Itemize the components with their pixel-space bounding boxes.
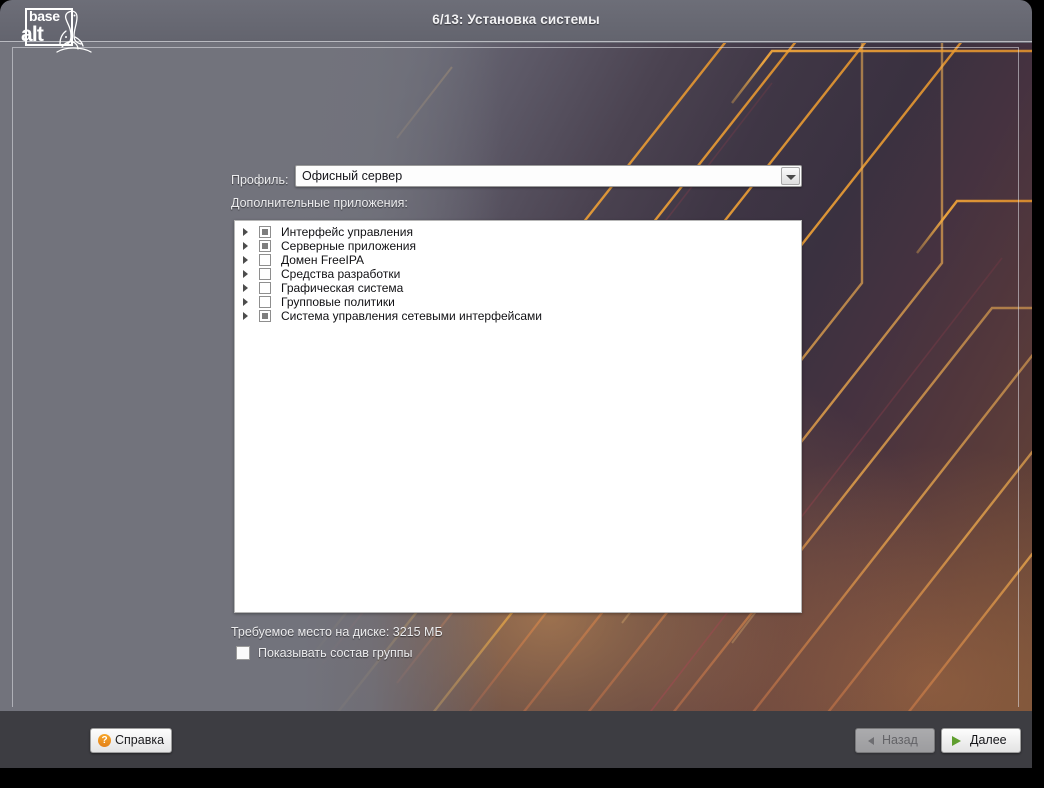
- content-area: Профиль: Офисный сервер Дополнительные п…: [0, 43, 1032, 711]
- logo-text-alt: alt: [21, 23, 44, 46]
- tree-item-label: Групповые политики: [281, 295, 395, 309]
- additional-apps-label: Дополнительные приложения:: [231, 196, 408, 210]
- window-titlebar: 6/13: Установка системы: [0, 0, 1032, 42]
- tree-item-label: Интерфейс управления: [281, 225, 413, 239]
- disk-space-required-text: Требуемое место на диске: 3215 МБ: [231, 625, 443, 639]
- question-mark-icon: ?: [98, 734, 111, 747]
- package-selection-form: Профиль: Офисный сервер Дополнительные п…: [0, 43, 1032, 711]
- checkbox-box[interactable]: [236, 646, 250, 660]
- group-checkbox[interactable]: [259, 282, 271, 294]
- group-checkbox[interactable]: [259, 226, 271, 238]
- tree-row[interactable]: Графическая система: [235, 281, 801, 295]
- back-button-label: Назад: [882, 733, 918, 747]
- tree-row[interactable]: Серверные приложения: [235, 239, 801, 253]
- profile-select[interactable]: Офисный сервер: [295, 165, 802, 187]
- group-checkbox[interactable]: [259, 240, 271, 252]
- next-button[interactable]: Далее: [941, 728, 1021, 753]
- installer-window: 6/13: Установка системы Профиль: Офисный…: [0, 0, 1032, 768]
- group-checkbox[interactable]: [259, 268, 271, 280]
- tree-item-label: Средства разработки: [281, 267, 401, 281]
- screen-root: 6/13: Установка системы Профиль: Офисный…: [0, 0, 1044, 788]
- expander-right-icon[interactable]: [243, 284, 248, 292]
- tree-item-label: Серверные приложения: [281, 239, 416, 253]
- tree-row[interactable]: Групповые политики: [235, 295, 801, 309]
- seals-icon: [56, 10, 92, 53]
- basealt-logo: base alt: [17, 5, 92, 55]
- tree-row[interactable]: Средства разработки: [235, 267, 801, 281]
- profile-selected-value: Офисный сервер: [302, 169, 403, 183]
- next-button-label: Далее: [970, 733, 1007, 747]
- group-checkbox[interactable]: [259, 296, 271, 308]
- tree-item-label: Домен FreeIPA: [281, 253, 364, 267]
- back-button[interactable]: Назад: [855, 728, 935, 753]
- chevron-down-icon: [786, 175, 796, 180]
- help-button[interactable]: ? Справка: [90, 728, 172, 753]
- tree-row[interactable]: Система управления сетевыми интерфейсами: [235, 309, 801, 323]
- expander-right-icon[interactable]: [243, 256, 248, 264]
- group-checkbox[interactable]: [259, 310, 271, 322]
- profile-label: Профиль:: [231, 173, 289, 187]
- page-title: 6/13: Установка системы: [432, 12, 600, 27]
- expander-right-icon[interactable]: [243, 242, 248, 250]
- show-group-contents-checkbox[interactable]: Показывать состав группы: [236, 645, 566, 663]
- tree-item-label: Графическая система: [281, 281, 404, 295]
- expander-right-icon[interactable]: [243, 228, 248, 236]
- show-group-contents-label: Показывать состав группы: [258, 646, 413, 660]
- help-button-label: Справка: [115, 733, 165, 747]
- tree-item-label: Система управления сетевыми интерфейсами: [281, 309, 542, 323]
- arrow-right-icon: [952, 736, 961, 746]
- package-group-tree[interactable]: Интерфейс управления Серверные приложени…: [234, 220, 802, 613]
- group-checkbox[interactable]: [259, 254, 271, 266]
- arrow-left-icon: [868, 737, 874, 745]
- expander-right-icon[interactable]: [243, 298, 248, 306]
- profile-dropdown-button[interactable]: [781, 167, 800, 185]
- tree-row[interactable]: Интерфейс управления: [235, 225, 801, 239]
- expander-right-icon[interactable]: [243, 312, 248, 320]
- tree-row[interactable]: Домен FreeIPA: [235, 253, 801, 267]
- expander-right-icon[interactable]: [243, 270, 248, 278]
